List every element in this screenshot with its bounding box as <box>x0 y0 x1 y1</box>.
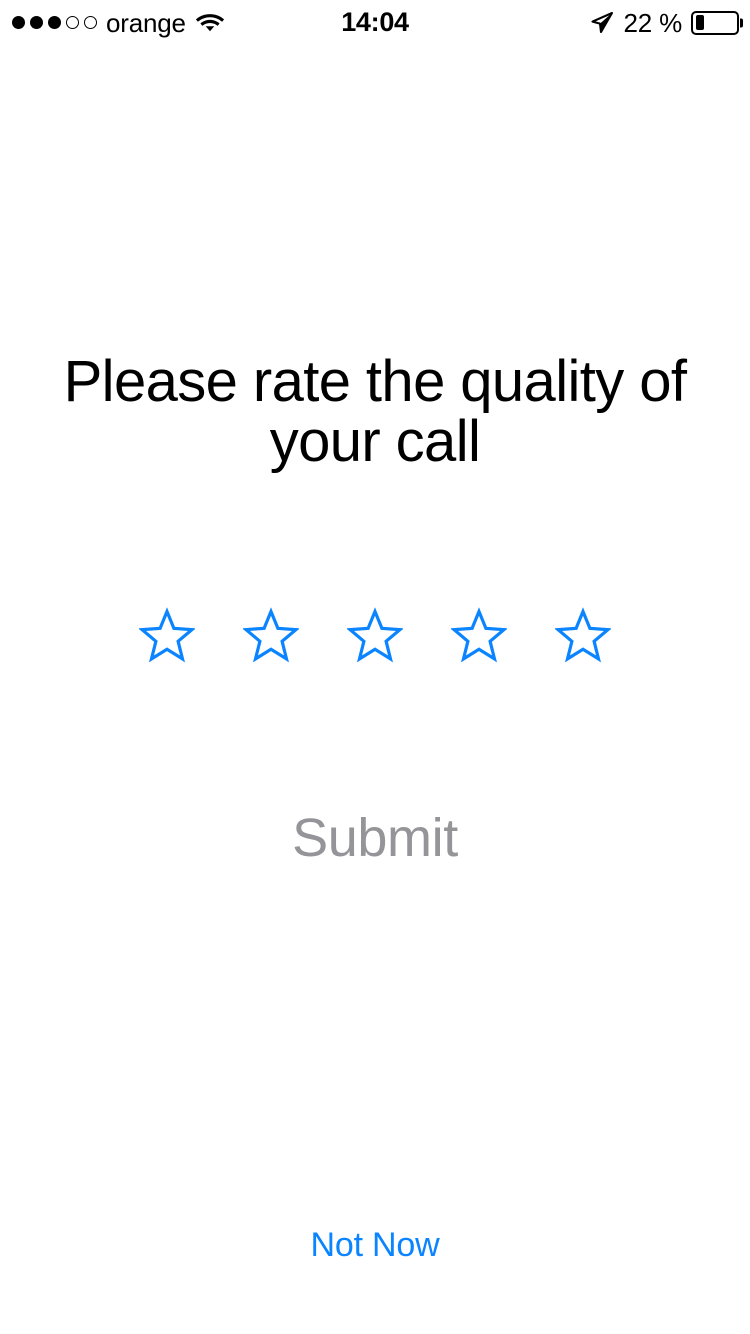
star-outline-icon-1[interactable] <box>137 607 197 663</box>
star-rating-control[interactable] <box>0 607 750 663</box>
submit-button[interactable]: Submit <box>0 805 750 871</box>
star-outline-icon-4[interactable] <box>449 607 509 663</box>
battery-percent-label: 22 % <box>623 7 683 38</box>
location-arrow-icon <box>589 9 615 36</box>
not-now-button[interactable]: Not Now <box>0 1222 750 1268</box>
battery-fill-level <box>695 15 705 30</box>
battery-icon <box>691 10 739 35</box>
status-bar: orange 14:04 22 % <box>0 0 750 44</box>
star-outline-icon-3[interactable] <box>345 607 405 663</box>
star-outline-icon-5[interactable] <box>553 607 613 663</box>
status-bar-right: 22 % <box>589 0 739 44</box>
star-outline-icon-2[interactable] <box>241 607 301 663</box>
page-title: Please rate the quality of your call <box>63 349 687 474</box>
